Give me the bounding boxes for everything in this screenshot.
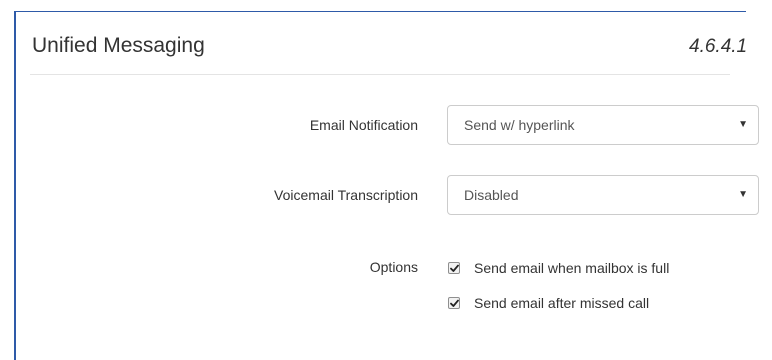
panel-title: Unified Messaging (32, 34, 205, 57)
mailbox-full-checkbox[interactable] (448, 262, 460, 274)
voicemail-transcription-value: Disabled (464, 187, 519, 203)
voicemail-transcription-label: Voicemail Transcription (274, 187, 418, 203)
voicemail-transcription-select[interactable]: Disabled ▼ (447, 175, 759, 215)
checkmark-icon (450, 299, 459, 307)
options-label: Options (369, 259, 418, 275)
email-notification-value: Send w/ hyperlink (464, 117, 575, 133)
missed-call-option-label: Send email after missed call (474, 295, 650, 311)
version-label: 4.6.4.1 (683, 36, 754, 64)
unified-messaging-page: Unified Messaging 4.6.4.1 Email Notifica… (0, 0, 772, 360)
title-divider (30, 74, 730, 75)
frame-left-border (14, 11, 16, 360)
caret-down-icon: ▼ (738, 119, 748, 130)
mailbox-full-option[interactable]: Send email when mailbox is full (448, 259, 669, 277)
frame-top-border (14, 11, 746, 12)
checkmark-icon (450, 264, 459, 272)
email-notification-select[interactable]: Send w/ hyperlink ▼ (447, 105, 759, 145)
caret-down-icon: ▼ (738, 189, 748, 200)
mailbox-full-option-label: Send email when mailbox is full (474, 260, 670, 276)
missed-call-option[interactable]: Send email after missed call (448, 294, 649, 312)
missed-call-checkbox[interactable] (448, 297, 460, 309)
email-notification-label: Email Notification (309, 117, 418, 133)
